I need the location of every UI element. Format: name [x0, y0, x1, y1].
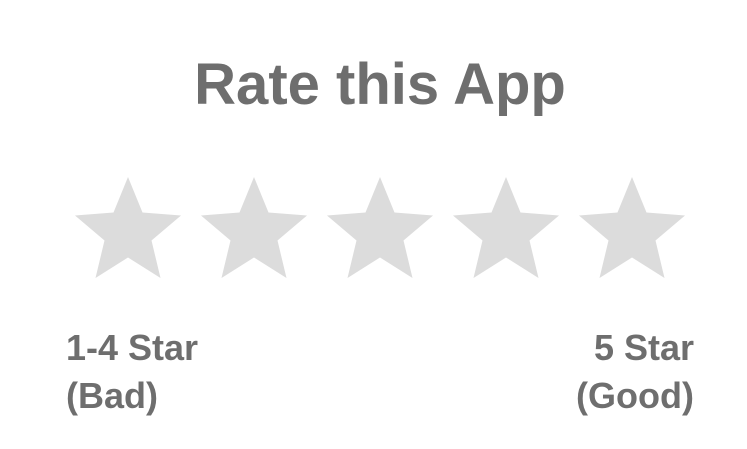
star-icon: [327, 177, 433, 278]
star-rating: [68, 172, 698, 282]
star-4-button[interactable]: [446, 172, 566, 282]
good-rating-label: 5 Star (Good): [576, 324, 694, 420]
bad-rating-label-line1: 1-4 Star: [66, 327, 199, 368]
good-rating-label-line2: (Good): [576, 375, 694, 416]
bad-rating-label: 1-4 Star (Bad): [66, 324, 198, 420]
star-5-button[interactable]: [572, 172, 692, 282]
dialog-title: Rate this App: [194, 52, 566, 117]
star-2-button[interactable]: [194, 172, 314, 282]
star-icon: [579, 177, 685, 278]
bad-rating-label-line2: (Bad): [66, 375, 158, 416]
star-icon: [75, 177, 181, 278]
good-rating-label-line1: 5 Star: [593, 327, 694, 368]
star-1-button[interactable]: [68, 172, 188, 282]
star-3-button[interactable]: [320, 172, 440, 282]
star-icon: [453, 177, 559, 278]
star-icon: [201, 177, 307, 278]
